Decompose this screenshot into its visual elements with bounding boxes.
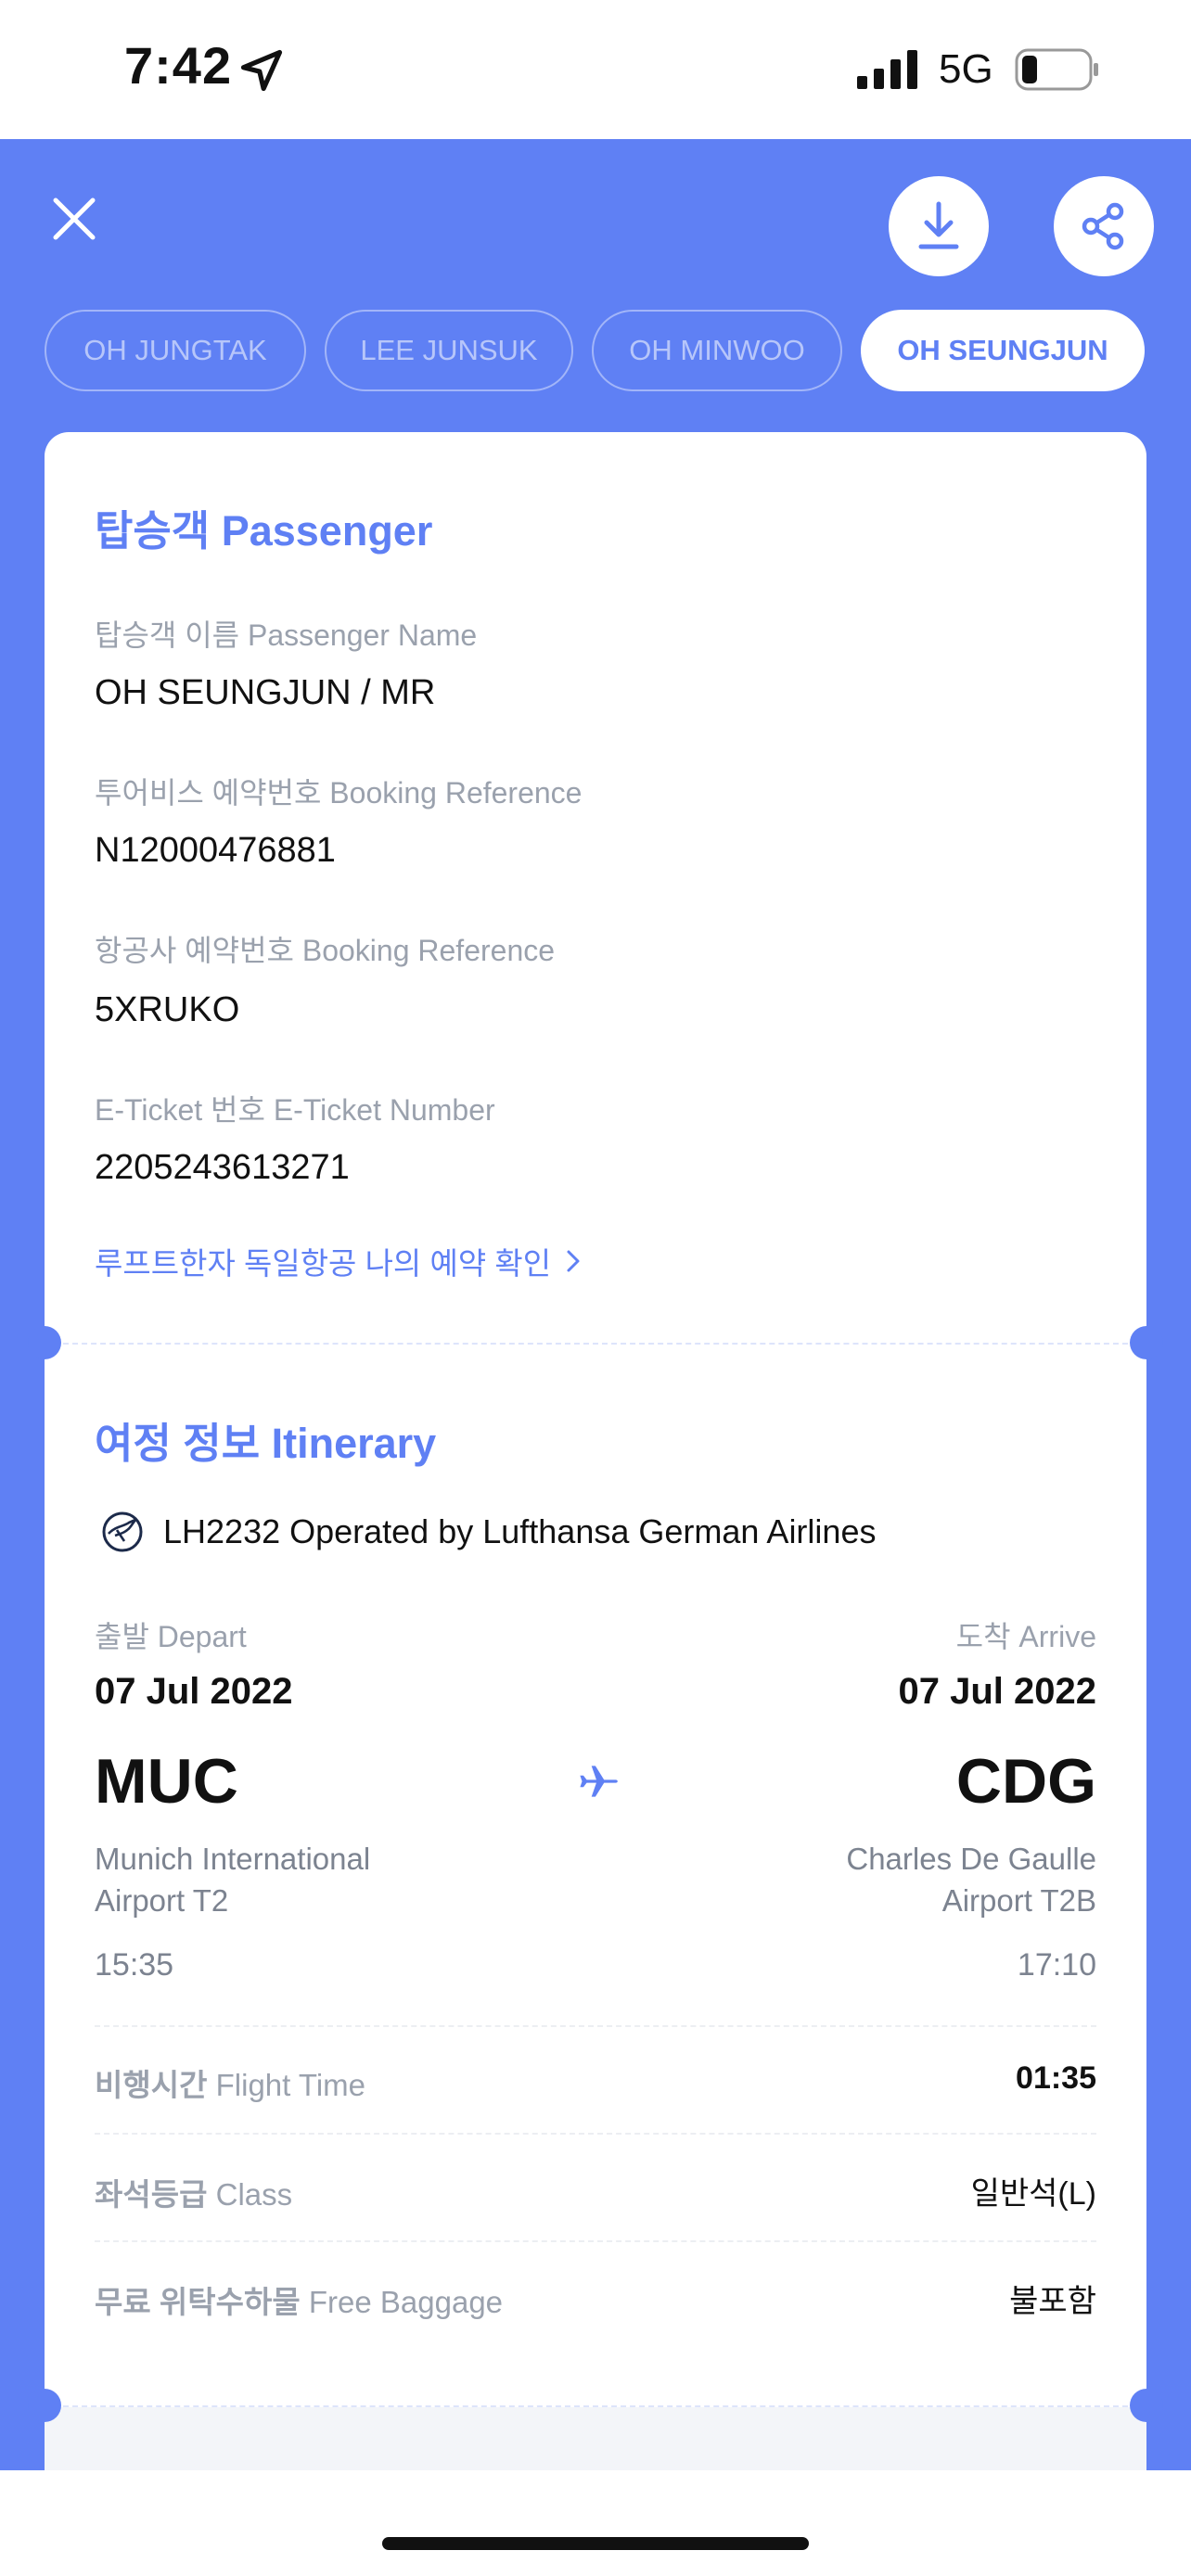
ticket-notch-right <box>1130 1326 1163 1359</box>
tourvis-booking-ref-label: 투어비스 예약번호 Booking Reference <box>95 776 583 810</box>
airline-booking-link-text: 루프트한자 독일항공 나의 예약 확인 <box>95 1246 552 1281</box>
home-indicator-area <box>0 2470 1191 2576</box>
airline-booking-link[interactable]: 루프트한자 독일항공 나의 예약 확인 <box>95 1239 583 1283</box>
status-time: 7:42 <box>124 36 233 95</box>
flight-operator-row: LH2232 Operated by Lufthansa German Airl… <box>100 1510 876 1554</box>
ticket-notch-left <box>28 2389 61 2422</box>
row-divider <box>95 2240 1096 2242</box>
class-label-ko: 좌석등급 <box>95 2177 208 2212</box>
tear-line <box>45 1343 1146 1345</box>
airplane-icon <box>580 1766 618 1797</box>
depart-airport-line2: Airport T2 <box>95 1883 229 1918</box>
depart-airport-name: Munich International Airport T2 <box>95 1838 370 1921</box>
download-icon <box>918 201 959 249</box>
baggage-label-ko: 무료 위탁수하물 <box>95 2285 301 2319</box>
class-label-en: Class <box>215 2177 293 2212</box>
passenger-tabs: OH JUNGTAK LEE JUNSUK OH MINWOO OH SEUNG… <box>45 310 1145 391</box>
lufthansa-crane-icon <box>102 1511 143 1552</box>
itinerary-section-title: 여정 정보 Itinerary <box>95 1420 437 1467</box>
download-button[interactable] <box>889 176 989 276</box>
status-bar: 7:42 5G <box>0 0 1191 139</box>
tear-line <box>45 2405 1146 2407</box>
baggage-label: 무료 위탁수하물 Free Baggage <box>95 2277 503 2322</box>
row-divider <box>95 2025 1096 2027</box>
network-type: 5G <box>939 46 993 92</box>
baggage-label-en: Free Baggage <box>308 2285 504 2319</box>
row-divider <box>95 2133 1096 2135</box>
airline-booking-ref-label: 항공사 예약번호 Booking Reference <box>95 934 556 967</box>
arrive-airport-code: CDG <box>955 1746 1096 1817</box>
home-indicator[interactable] <box>382 2537 809 2550</box>
arrive-label: 도착 Arrive <box>955 1620 1096 1653</box>
flight-time-label: 비행시간 Flight Time <box>95 2060 365 2105</box>
passenger-tab-oh-jungtak[interactable]: OH JUNGTAK <box>45 310 306 391</box>
signal-icon <box>857 50 917 89</box>
location-arrow-icon <box>240 49 283 92</box>
depart-airport-line1: Munich International <box>95 1842 371 1876</box>
flight-time-label-en: Flight Time <box>215 2068 365 2102</box>
ticket-notch-right <box>1130 2389 1163 2422</box>
eticket-number-value: 2205243613271 <box>95 1148 350 1187</box>
flight-operator-text: LH2232 Operated by Lufthansa German Airl… <box>163 1512 877 1550</box>
flight-time-label-ko: 비행시간 <box>95 2068 208 2102</box>
arrive-airport-line1: Charles De Gaulle <box>846 1842 1096 1876</box>
flight-time-value: 01:35 <box>1016 2060 1096 2096</box>
passenger-name-value: OH SEUNGJUN / MR <box>95 673 436 712</box>
close-icon[interactable] <box>46 191 102 247</box>
class-value: 일반석(L) <box>970 2176 1096 2212</box>
share-icon <box>1082 202 1124 250</box>
passenger-tab-lee-junsuk[interactable]: LEE JUNSUK <box>325 310 573 391</box>
passenger-tab-oh-seungjun[interactable]: OH SEUNGJUN <box>861 310 1145 391</box>
airline-booking-ref-value: 5XRUKO <box>95 990 240 1029</box>
ticket-notch-left <box>28 1326 61 1359</box>
next-section-band <box>45 2407 1146 2470</box>
depart-label: 출발 Depart <box>95 1620 247 1653</box>
depart-time: 15:35 <box>95 1947 174 1983</box>
share-button[interactable] <box>1054 176 1154 276</box>
chevron-right-icon <box>567 1250 580 1272</box>
arrive-date: 07 Jul 2022 <box>898 1671 1097 1712</box>
battery-icon <box>1015 48 1098 91</box>
arrive-airport-line2: Airport T2B <box>941 1883 1096 1918</box>
passenger-tab-oh-minwoo[interactable]: OH MINWOO <box>592 310 842 391</box>
passenger-section-title: 탑승객 Passenger <box>95 507 433 555</box>
baggage-value: 불포함 <box>1009 2284 1096 2319</box>
arrive-airport-name: Charles De Gaulle Airport T2B <box>846 1838 1096 1921</box>
class-label: 좌석등급 Class <box>95 2170 292 2214</box>
passenger-name-label: 탑승객 이름 Passenger Name <box>95 618 478 652</box>
depart-airport-code: MUC <box>95 1746 238 1817</box>
depart-date: 07 Jul 2022 <box>95 1671 293 1712</box>
tourvis-booking-ref-value: N12000476881 <box>95 831 336 870</box>
arrive-time: 17:10 <box>1017 1947 1096 1983</box>
eticket-number-label: E-Ticket 번호 E-Ticket Number <box>95 1093 495 1127</box>
